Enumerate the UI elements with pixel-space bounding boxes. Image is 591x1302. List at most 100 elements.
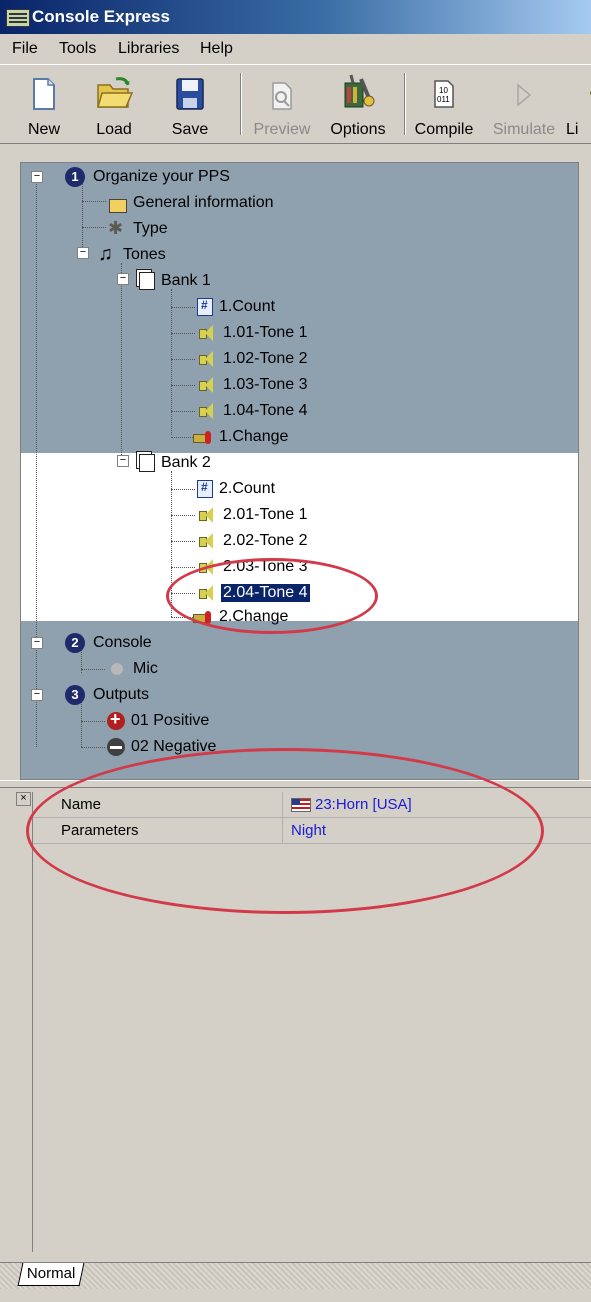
tree-line [171,333,195,334]
tree-item-mic[interactable]: Mic [107,657,160,681]
section-number-badge: 3 [65,685,85,705]
properties-pane: × Name 23:Horn [USA] Parameters Night [0,792,591,1252]
open-folder-icon [97,77,134,108]
tree-line [171,411,195,412]
tree-line [171,359,195,360]
positive-icon [107,709,125,730]
menu-bar: File Tools Libraries Help [0,34,591,64]
tree-line [171,541,195,542]
tree-item-type[interactable]: Type [107,217,170,241]
save-button[interactable]: Save [158,71,222,139]
speaker-icon [197,350,217,368]
info-card-icon [109,199,127,213]
window-title: Console Express [32,7,170,26]
new-button[interactable]: New [12,71,76,139]
preview-label: Preview [253,121,311,138]
play-icon [517,83,532,107]
tree-line [171,515,195,516]
tree-section-organize[interactable]: 1 Organize your PPS [65,165,232,189]
tree-item-tone[interactable]: 2.03-Tone 3 [197,555,310,579]
music-note-icon [97,243,117,266]
section-number-badge: 1 [65,167,85,187]
tree-line [81,747,105,748]
tree-line [171,489,195,490]
close-icon[interactable]: × [16,792,31,806]
tree-line [81,669,105,670]
microphone-icon [107,660,127,678]
options-label: Options [330,121,386,138]
tree-line [82,201,106,202]
tree-line [121,263,122,463]
tree-item-tone[interactable]: 1.03-Tone 3 [197,373,310,397]
speaker-icon [197,584,217,602]
tree-line [171,289,172,435]
tree-item-output-negative[interactable]: 02 Negative [107,735,218,759]
preview-button[interactable]: Preview [250,71,314,139]
tree-item-change[interactable]: 1.Change [193,425,290,449]
collapse-toggle[interactable]: − [117,273,129,285]
tab-normal[interactable]: Normal [17,1263,85,1286]
tree-line [171,307,195,308]
tree-item-tone[interactable]: 1.02-Tone 2 [197,347,310,371]
property-row-name[interactable]: Name 23:Horn [USA] [33,792,591,818]
simulate-button[interactable]: Simulate [492,71,556,139]
tree-item-bank-2[interactable]: Bank 2 [139,451,213,475]
speaker-icon [197,324,217,342]
tree-item-tone[interactable]: 1.01-Tone 1 [197,321,310,345]
tree-item-count[interactable]: 2.Count [197,477,277,501]
tree-line [81,721,105,722]
tree-line [171,567,195,568]
collapse-toggle[interactable]: − [77,247,89,259]
bank-icon [139,272,155,290]
property-value[interactable]: 23:Horn [USA] [291,796,412,813]
tree-item-tone[interactable]: 2.01-Tone 1 [197,503,310,527]
hand-switch-icon [193,608,213,626]
negative-icon [107,738,125,756]
collapse-toggle[interactable]: − [31,171,43,183]
menu-file[interactable]: File [12,40,38,58]
new-document-icon [33,78,55,110]
libraries-label: Li [566,121,579,138]
tree-item-count[interactable]: 1.Count [197,295,277,319]
hand-switch-icon [193,428,213,446]
property-row-parameters[interactable]: Parameters Night [33,818,591,844]
pane-splitter[interactable] [0,780,591,788]
property-grid: Name 23:Horn [USA] Parameters Night [32,792,591,1252]
tree-section-console[interactable]: 2 Console [65,631,154,655]
floppy-disk-icon [176,78,204,110]
collapse-toggle[interactable]: − [31,689,43,701]
tree-line [36,181,37,747]
project-tree[interactable]: − 1 Organize your PPS General informatio… [20,162,579,780]
menu-help[interactable]: Help [200,40,233,58]
tree-line [171,471,172,617]
load-button[interactable]: Load [82,71,146,139]
tree-item-output-positive[interactable]: 01 Positive [107,709,211,733]
binary-icon: 10011 [434,80,454,108]
preview-icon [272,82,292,110]
tools-icon [344,74,375,108]
property-label: Name [61,796,102,813]
load-label: Load [96,121,132,138]
menu-tools[interactable]: Tools [59,40,96,58]
property-label: Parameters [61,822,139,839]
tree-item-tones[interactable]: Tones [97,243,168,267]
tree-section-outputs[interactable]: 3 Outputs [65,683,151,707]
collapse-toggle[interactable]: − [31,637,43,649]
collapse-toggle[interactable]: − [117,455,129,467]
property-value[interactable]: Night [291,822,326,839]
tree-item-change[interactable]: 2.Change [193,605,290,629]
options-button[interactable]: Options [326,71,390,139]
count-icon [197,298,213,316]
speaker-icon [197,532,217,550]
tree-item-tone[interactable]: 2.02-Tone 2 [197,529,310,553]
tree-item-tone[interactable]: 1.04-Tone 4 [197,399,310,423]
tree-item-bank-1[interactable]: Bank 1 [139,269,213,293]
tree-item-general-information[interactable]: General information [109,191,276,215]
key-icon [590,91,591,95]
libraries-button[interactable]: Li [566,71,591,139]
compile-button[interactable]: 10 011 Compile [412,71,476,139]
tree-line [81,701,82,747]
tree-item-tone-selected[interactable]: 2.04-Tone 4 [197,581,311,605]
menu-libraries[interactable]: Libraries [118,40,179,58]
tree-line [171,437,195,438]
